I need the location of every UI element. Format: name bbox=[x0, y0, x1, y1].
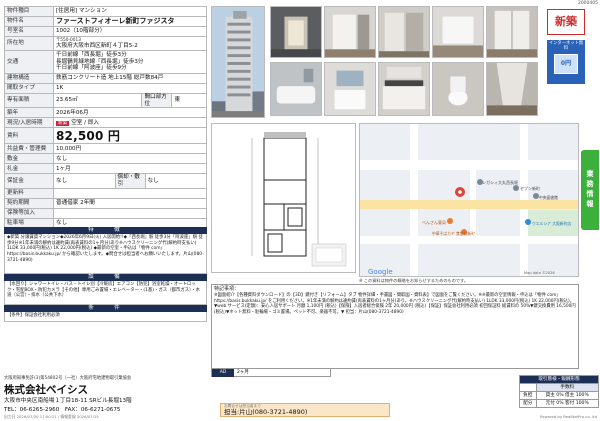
company-name: 株式会社ベイシス bbox=[4, 384, 88, 396]
row-key-money: 礼金 1ヶ月 bbox=[4, 163, 207, 175]
features-text: ◆新築 分譲賃貸マンション◆2026年6月9日(火) 入居開始!!◆「西長堀」駅… bbox=[4, 234, 207, 274]
row-rent: 賃料 82,500 円 bbox=[4, 127, 207, 145]
map-note: ※ この資料は物件の概略をお知らせするためのものです。 bbox=[359, 278, 469, 283]
output-timestamp: 出力日 2026/07/30 17:00:21 / 情報登録 2026/07/1… bbox=[4, 414, 99, 419]
row-location: 所在地 〒550-0013 大阪府大阪市西区新町４丁目5-2 bbox=[4, 36, 207, 51]
conditions-block: 条 件 【条件】保証会社利用必須 bbox=[4, 305, 207, 322]
features-block: 特 徴 ◆新築 分譲賃貸マンション◆2026年6月9日(火) 入居開始!!◆「西… bbox=[4, 227, 207, 274]
map-label-library: 中央図書館 bbox=[539, 195, 558, 200]
conditions-heading: 条 件 bbox=[4, 305, 207, 312]
contact-person: 担当:片山(080-3721-4890) bbox=[224, 407, 308, 416]
contact-box: お問合せは担当者まで 担当:片山(080-3721-4890) bbox=[220, 403, 390, 417]
features-heading: 特 徴 bbox=[4, 227, 207, 234]
equipment-heading: 設 備 bbox=[4, 274, 207, 281]
row-contract: 契約期間 普通借家 2年間 bbox=[4, 197, 207, 209]
new-building-badge: 新築 bbox=[547, 9, 585, 35]
notes-title: 特記事項： bbox=[214, 286, 240, 292]
deal-table: 取引態様・報酬形態 手数料 負担 貸主 0% 借主 100% 配分 元付 0% 客付… bbox=[519, 375, 599, 408]
row-type: 物件種目 [住居用] マンション bbox=[4, 6, 207, 17]
room-photo-2 bbox=[378, 6, 430, 58]
row-built: 築年 2026年06月 bbox=[4, 107, 207, 119]
area-map[interactable]: Google Map data ©2026 レガシィ大丸西長堀 セブン新町 中央… bbox=[359, 123, 579, 277]
notes-text: ※図面紹介【各種資料ダウンロード】の【3D】鍵付き【リフォーム】タブ 物件詳細・… bbox=[214, 293, 576, 315]
row-name: 物件名 ファーストフィオーレ新町ファジスタ bbox=[4, 16, 207, 27]
conditions-text: 【条件】保証会社利用必須 bbox=[4, 312, 207, 322]
row-move-in: 現況/入居時期 新築 空室 / 即入 bbox=[4, 117, 207, 129]
corridor-photo bbox=[486, 62, 538, 116]
internet-screen-icon: 0円 bbox=[554, 54, 578, 75]
entrance-photo bbox=[270, 6, 322, 58]
row-deposit: 敷金 なし bbox=[4, 153, 207, 165]
company-address: 大阪市中央区南船場１丁目18-11 SRビル長堀13階 bbox=[4, 398, 132, 404]
equipment-block: 設 備 【水回り】シャワートイレ・バス・トイレ別【冷暖房】エアコン【防犯】浴室乾… bbox=[4, 274, 207, 305]
kitchen-photo bbox=[378, 62, 430, 116]
business-info-tab[interactable]: 業務情報 bbox=[581, 150, 599, 230]
powered-by: Powered by RealNetPro co. ltd bbox=[539, 414, 597, 419]
row-room: 号室名 1002（10階部分） bbox=[4, 26, 207, 37]
special-notes: 特記事項： ※図面紹介【各種資料ダウンロード】の【3D】鍵付き【リフォーム】タブ… bbox=[211, 284, 579, 369]
row-renewal: 更新料 bbox=[4, 187, 207, 199]
map-label-ramen: 中華そばカヤ 食堂処新町 bbox=[432, 231, 475, 236]
license-text: 大阪府知事免許(3)第54802号（一社）大阪府宅地建物取引業協会 bbox=[4, 376, 132, 381]
map-logo: Google bbox=[368, 268, 393, 276]
map-label-welcia: ウエルシア 大阪新町店 bbox=[532, 221, 571, 226]
equipment-text: 【水回り】シャワートイレ・バス・トイレ別【冷暖房】エアコン【防犯】浴室乾燥・オー… bbox=[4, 281, 207, 305]
row-common-fee: 共益費・管理費 10,000円 bbox=[4, 143, 207, 155]
property-table: 物件種目 [住居用] マンション 物件名 ファーストフィオーレ新町ファジスタ 号室名… bbox=[4, 6, 207, 229]
bathroom-photo bbox=[270, 62, 322, 116]
row-transport: 交通 千日前線「西長堀」徒歩3分 長堀鶴見緑地線「西長堀」徒歩3分 千日前線「阿波座… bbox=[4, 50, 207, 74]
map-label-seven: セブン新町 bbox=[520, 185, 540, 191]
row-insurance: 保険等加入 bbox=[4, 207, 207, 219]
map-label-legacy: レガシィ大丸西長堀 bbox=[482, 179, 518, 185]
building-exterior-photo bbox=[211, 6, 265, 118]
map-label-pharmacy: べんさん薬局 bbox=[422, 219, 446, 225]
closet-photo bbox=[486, 6, 538, 58]
new-tag: 新築 bbox=[56, 120, 70, 127]
row-area: 専有面積 23.65㎡ 間口部方位東 bbox=[4, 92, 207, 109]
washroom-photo bbox=[324, 62, 376, 116]
rent-price: 82,500 円 bbox=[53, 127, 207, 145]
toilet-photo bbox=[432, 62, 484, 116]
floor-plan bbox=[211, 123, 356, 273]
internet-free-badge: インターネット無料 0円 bbox=[547, 40, 585, 84]
row-layout: 間取タイプ 1K bbox=[4, 83, 207, 94]
sheet-number: 2000405 bbox=[577, 1, 598, 6]
room-photo-3 bbox=[432, 6, 484, 58]
room-photo-1 bbox=[324, 6, 376, 58]
row-guarantee: 保証金 なし 償却・敷引 なし bbox=[4, 173, 207, 189]
map-copyright: Map data ©2026 bbox=[524, 271, 555, 275]
company-phone: TEL：06-6265-2960 FAX：06-6271-0675 bbox=[4, 407, 121, 413]
row-structure: 建物構造 鉄筋コンクリート造 地上15階 総戸数84戸 bbox=[4, 73, 207, 84]
